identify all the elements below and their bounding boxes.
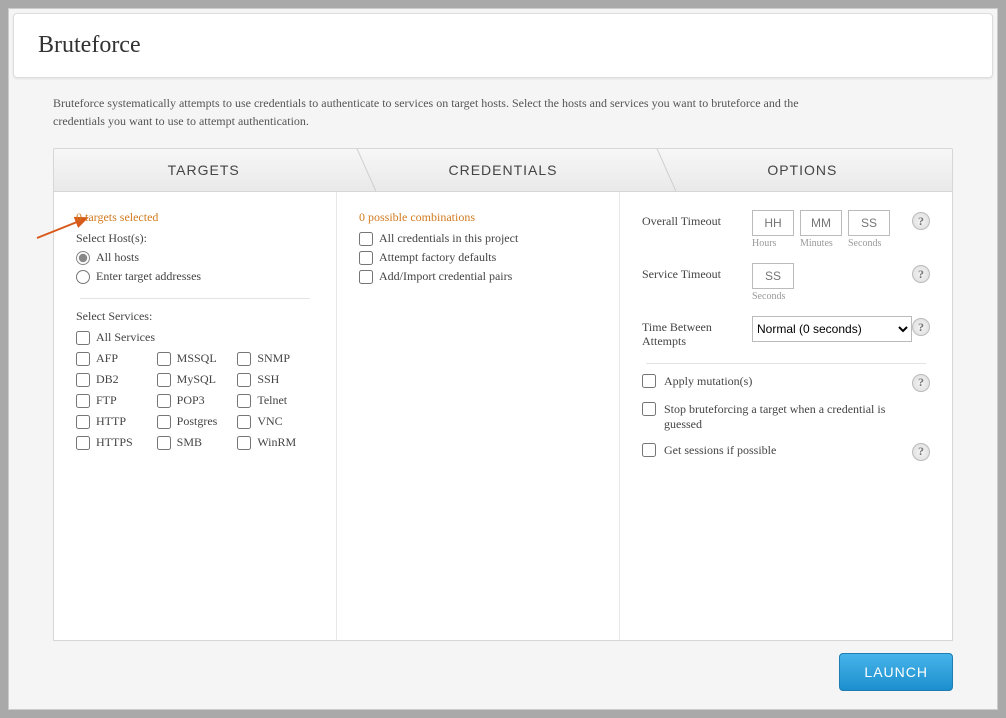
help-icon[interactable]: ? xyxy=(912,374,930,392)
label-time-between: Time Between Attempts xyxy=(642,316,752,349)
check-all-credentials-input[interactable] xyxy=(359,232,373,246)
check-service-http-input[interactable] xyxy=(76,415,90,429)
panel-options: Overall Timeout Hours Minutes Seconds xyxy=(619,192,952,640)
step-credentials[interactable]: CREDENTIALS xyxy=(353,149,652,191)
panel-credentials: 0 possible combinations All credentials … xyxy=(336,192,619,640)
help-icon[interactable]: ? xyxy=(912,443,930,461)
check-stop-when-guessed[interactable] xyxy=(642,402,656,416)
check-all-services[interactable]: All Services xyxy=(76,330,314,345)
check-service-snmp-input[interactable] xyxy=(237,352,251,366)
row-apply-mutations: Apply mutation(s) ? xyxy=(642,374,930,392)
check-service-pop3-input[interactable] xyxy=(157,394,171,408)
radio-all-hosts[interactable]: All hosts xyxy=(76,250,314,265)
check-all-credentials[interactable]: All credentials in this project xyxy=(359,231,597,246)
page-frame: Bruteforce Bruteforce systematically att… xyxy=(8,8,998,710)
launch-button[interactable]: LAUNCH xyxy=(839,653,953,691)
check-service-https-input[interactable] xyxy=(76,436,90,450)
check-service-ftp-input[interactable] xyxy=(76,394,90,408)
row-get-sessions: Get sessions if possible ? xyxy=(642,443,930,461)
label-service-timeout: Service Timeout xyxy=(642,263,752,282)
check-service-pop3[interactable]: POP3 xyxy=(157,393,234,408)
check-service-postgres[interactable]: Postgres xyxy=(157,414,234,429)
check-service-mssql[interactable]: MSSQL xyxy=(157,351,234,366)
panels: 0 targets selected Select Host(s): All h… xyxy=(53,191,953,641)
check-service-ssh[interactable]: SSH xyxy=(237,372,314,387)
row-stop-when-guessed: Stop bruteforcing a target when a creden… xyxy=(642,402,930,433)
check-service-postgres-input[interactable] xyxy=(157,415,171,429)
row-time-between: Time Between Attempts Normal (0 seconds)… xyxy=(642,316,930,349)
check-factory-defaults[interactable]: Attempt factory defaults xyxy=(359,250,597,265)
check-service-vnc[interactable]: VNC xyxy=(237,414,314,429)
check-service-smb[interactable]: SMB xyxy=(157,435,234,450)
check-service-afp[interactable]: AFP xyxy=(76,351,153,366)
help-icon[interactable]: ? xyxy=(912,265,930,283)
check-service-mysql[interactable]: MySQL xyxy=(157,372,234,387)
help-icon[interactable]: ? xyxy=(912,212,930,230)
step-options[interactable]: OPTIONS xyxy=(653,149,952,191)
wizard-steps: TARGETS CREDENTIALS OPTIONS xyxy=(53,148,953,192)
check-service-winrm-input[interactable] xyxy=(237,436,251,450)
check-apply-mutations[interactable] xyxy=(642,374,656,388)
check-service-afp-input[interactable] xyxy=(76,352,90,366)
check-service-http[interactable]: HTTP xyxy=(76,414,153,429)
content-wrap: Bruteforce systematically attempts to us… xyxy=(9,78,997,707)
check-factory-defaults-input[interactable] xyxy=(359,251,373,265)
radio-all-hosts-input[interactable] xyxy=(76,251,90,265)
check-service-ftp[interactable]: FTP xyxy=(76,393,153,408)
check-add-import-pairs[interactable]: Add/Import credential pairs xyxy=(359,269,597,284)
label-overall-timeout: Overall Timeout xyxy=(642,210,752,229)
targets-summary: 0 targets selected xyxy=(76,210,314,225)
check-service-mssql-input[interactable] xyxy=(157,352,171,366)
select-time-between[interactable]: Normal (0 seconds) xyxy=(752,316,912,342)
check-service-db2[interactable]: DB2 xyxy=(76,372,153,387)
service-grid: AFP MSSQLSNMP DB2 MySQLSSH FTP POP3Telnet HTTP… xyxy=(76,349,314,452)
intro-text: Bruteforce systematically attempts to us… xyxy=(53,94,813,130)
check-all-services-input[interactable] xyxy=(76,331,90,345)
check-service-https[interactable]: HTTPS xyxy=(76,435,153,450)
title-card: Bruteforce xyxy=(13,13,993,78)
launch-bar: LAUNCH xyxy=(53,641,953,691)
overall-timeout-seconds[interactable] xyxy=(848,210,890,236)
panel-targets: 0 targets selected Select Host(s): All h… xyxy=(54,192,336,640)
row-overall-timeout: Overall Timeout Hours Minutes Seconds xyxy=(642,210,930,249)
service-timeout-seconds[interactable] xyxy=(752,263,794,289)
check-service-db2-input[interactable] xyxy=(76,373,90,387)
overall-timeout-minutes[interactable] xyxy=(800,210,842,236)
check-service-telnet[interactable]: Telnet xyxy=(237,393,314,408)
radio-enter-addresses[interactable]: Enter target addresses xyxy=(76,269,314,284)
check-service-mysql-input[interactable] xyxy=(157,373,171,387)
divider xyxy=(80,298,310,299)
check-service-ssh-input[interactable] xyxy=(237,373,251,387)
overall-timeout-hours[interactable] xyxy=(752,210,794,236)
help-icon[interactable]: ? xyxy=(912,318,930,336)
page-title: Bruteforce xyxy=(38,32,968,59)
credentials-summary: 0 possible combinations xyxy=(359,210,597,225)
check-add-import-pairs-input[interactable] xyxy=(359,270,373,284)
check-service-telnet-input[interactable] xyxy=(237,394,251,408)
select-services-label: Select Services: xyxy=(76,309,314,324)
check-service-snmp[interactable]: SNMP xyxy=(237,351,314,366)
check-get-sessions[interactable] xyxy=(642,443,656,457)
step-targets[interactable]: TARGETS xyxy=(54,149,353,191)
check-service-vnc-input[interactable] xyxy=(237,415,251,429)
divider xyxy=(646,363,926,364)
row-service-timeout: Service Timeout Seconds ? xyxy=(642,263,930,302)
check-service-winrm[interactable]: WinRM xyxy=(237,435,314,450)
check-service-smb-input[interactable] xyxy=(157,436,171,450)
radio-enter-addresses-input[interactable] xyxy=(76,270,90,284)
select-hosts-label: Select Host(s): xyxy=(76,231,314,246)
